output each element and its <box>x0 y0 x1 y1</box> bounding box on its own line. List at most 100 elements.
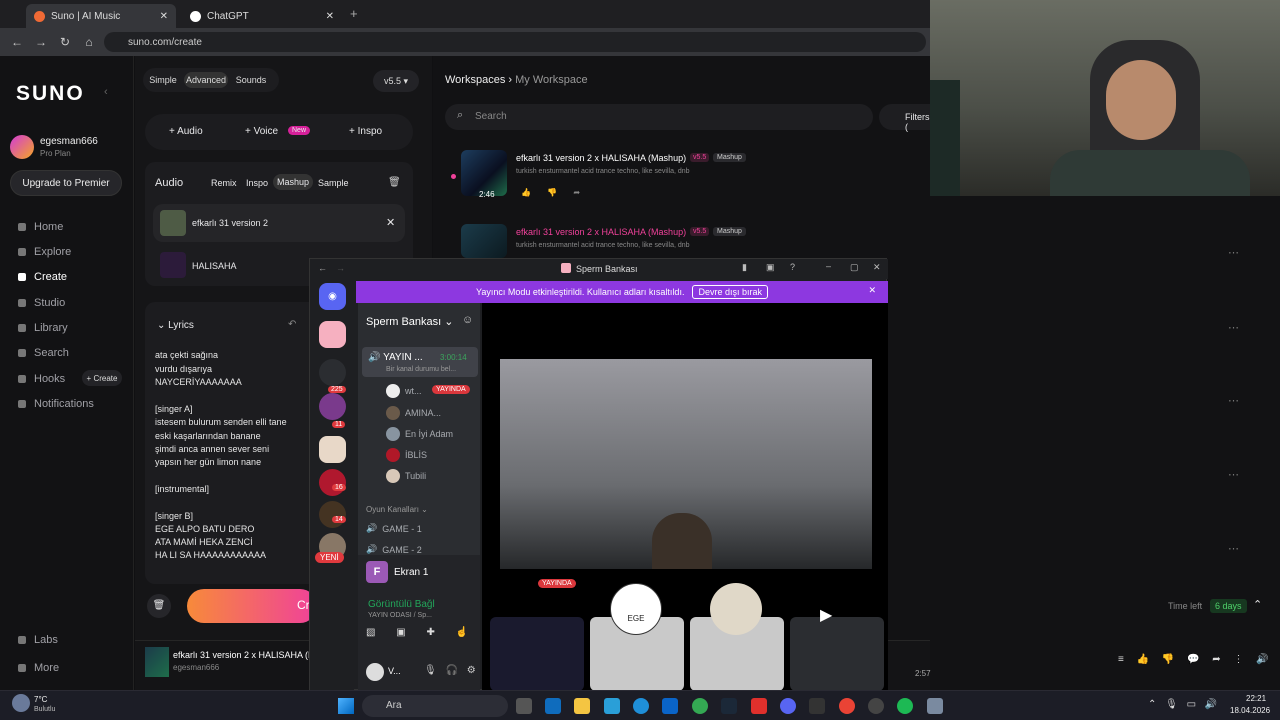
start-icon[interactable] <box>338 698 354 714</box>
server-icon[interactable] <box>319 359 346 386</box>
server-icon[interactable] <box>319 501 346 528</box>
audio-tab-inspo[interactable]: Inspo <box>246 178 268 188</box>
avatar[interactable] <box>10 135 34 159</box>
undo-icon[interactable]: ↶ <box>288 319 296 330</box>
more-icon[interactable]: ⋯ <box>1228 321 1239 334</box>
song-actions[interactable]: 👍 👎 ➦ <box>521 188 580 197</box>
close-icon[interactable]: ✕ <box>386 216 395 229</box>
audio-tab-mashup[interactable]: Mashup <box>273 174 314 190</box>
clock-date[interactable]: 18.04.2026 <box>1230 706 1270 715</box>
lyrics-line[interactable]: şimdi anca annen sever seni <box>155 444 269 454</box>
voice-member[interactable]: AMINA... <box>386 406 441 420</box>
nav-library[interactable]: Library <box>18 322 68 334</box>
server-icon[interactable] <box>319 321 346 348</box>
obs-icon[interactable] <box>868 698 884 714</box>
lyrics-toggle[interactable]: ⌄ Lyrics <box>157 320 194 331</box>
search-input[interactable]: Search <box>445 104 873 130</box>
stream-tile[interactable] <box>490 617 584 691</box>
bookmark-icon[interactable]: ▮ <box>742 262 747 273</box>
nav-labs[interactable]: Labs <box>18 634 58 646</box>
nav-notifications[interactable]: Notifications <box>18 398 94 410</box>
participant-tile[interactable] <box>790 617 884 691</box>
player-artist[interactable]: egesman666 <box>173 663 219 672</box>
mode-simple[interactable]: Simple <box>147 72 179 88</box>
voice-channel[interactable]: 🔊 GAME - 2 <box>366 544 422 555</box>
server-icon[interactable] <box>319 436 346 463</box>
help-icon[interactable]: ? <box>790 262 795 272</box>
breadcrumb-current[interactable]: My Workspace <box>515 74 588 86</box>
outlook-icon[interactable] <box>662 698 678 714</box>
create-button[interactable]: Cr <box>187 589 317 623</box>
breadcrumb-root[interactable]: Workspaces <box>445 74 505 86</box>
close-icon[interactable]: ✕ <box>868 285 876 296</box>
store-icon[interactable] <box>545 698 561 714</box>
settings-icon[interactable] <box>927 698 943 714</box>
add-voice-button[interactable]: + Voice <box>245 126 278 137</box>
trash-icon[interactable]: 🗑 <box>388 177 401 188</box>
version-select[interactable]: v5.5 ▾ <box>373 70 419 92</box>
more-icon[interactable]: ⋯ <box>1228 246 1239 259</box>
url-field[interactable]: suno.com/create <box>104 32 926 52</box>
tab-suno[interactable]: Suno | AI Music ✕ <box>26 4 176 28</box>
discord-icon[interactable] <box>780 698 796 714</box>
player-thumbnail[interactable] <box>145 647 169 677</box>
chrome-icon[interactable] <box>839 698 855 714</box>
reload-icon[interactable]: ↻ <box>58 35 72 49</box>
server-name[interactable]: Sperm Bankası ⌄ <box>366 315 453 328</box>
nav-hooks[interactable]: Hooks <box>18 373 65 385</box>
nav-create[interactable]: Create <box>18 271 67 283</box>
steam-icon[interactable] <box>721 698 737 714</box>
filters-button[interactable]: Filters ( <box>879 104 930 132</box>
voice-channel[interactable]: 🔊 GAME - 1 <box>366 523 422 534</box>
channel-status[interactable]: Bir kanal durumu bel... <box>386 366 456 373</box>
edge-icon[interactable] <box>633 698 649 714</box>
more-icon[interactable]: ⋯ <box>1228 542 1239 555</box>
suno-logo[interactable]: SUNO <box>16 82 85 106</box>
more-icon[interactable]: ⋯ <box>1228 468 1239 481</box>
connected-channel[interactable]: YAYIN ODASI / Sp... <box>368 612 432 619</box>
mode-sounds[interactable]: Sounds <box>232 72 270 88</box>
server-icon[interactable] <box>319 393 346 420</box>
add-audio-button[interactable]: + Audio <box>169 126 203 137</box>
audio-tab-remix[interactable]: Remix <box>211 178 237 188</box>
back-icon[interactable]: ← <box>10 35 24 49</box>
nav-search[interactable]: Search <box>18 347 69 359</box>
clock-time[interactable]: 22:21 <box>1246 694 1266 703</box>
task-view-icon[interactable] <box>516 698 532 714</box>
mode-advanced[interactable]: Advanced <box>184 72 228 88</box>
clear-icon[interactable]: 🗑 <box>147 594 171 618</box>
voice-member[interactable]: Tubili <box>386 469 426 483</box>
lyrics-line[interactable]: EGE ALPO BATU DERO <box>155 524 254 534</box>
chevron-up-icon[interactable]: ⌃ <box>1253 598 1262 611</box>
add-inspo-button[interactable]: + Inspo <box>349 126 382 137</box>
song-title[interactable]: efkarlı 31 version 2 x HALISAHA (Mashup) <box>516 227 686 237</box>
voice-member[interactable]: İBLİS <box>386 448 427 462</box>
user-controls[interactable]: 🎙 🎧 ⚙ <box>424 665 476 676</box>
player-title[interactable]: efkarlı 31 version 2 x HALISAHA (M <box>173 650 316 660</box>
lyrics-line[interactable]: vurdu dışarıya <box>155 364 212 374</box>
lyrics-line[interactable]: HA LI SA HAAAAAAAAAAA <box>155 550 266 560</box>
connected-status[interactable]: Görüntülü Bağl <box>368 599 435 610</box>
weather-temp[interactable]: 7°C <box>34 695 47 704</box>
close-icon[interactable]: ✕ <box>160 11 168 22</box>
lyrics-line[interactable]: [singer B] <box>155 511 193 521</box>
avatar[interactable] <box>366 663 384 681</box>
nav-home[interactable]: Home <box>18 221 63 233</box>
hooks-create-button[interactable]: + Create <box>82 370 122 386</box>
taskbar-search[interactable]: Ara <box>362 695 508 717</box>
category-header[interactable]: Oyun Kanalları ⌄ <box>366 505 428 514</box>
nav-explore[interactable]: Explore <box>18 246 71 258</box>
lyrics-line[interactable]: ATA MAMİ HEKA ZENCİ <box>155 537 253 547</box>
lyrics-line[interactable]: NAYCERİYAAAAAAA <box>155 377 242 387</box>
voice-member[interactable]: En İyi Adam <box>386 427 453 441</box>
close-icon[interactable]: ✕ <box>326 11 334 22</box>
chrome-icon[interactable] <box>692 698 708 714</box>
minimize-icon[interactable]: – <box>826 261 831 271</box>
lyrics-line[interactable]: [singer A] <box>155 404 193 414</box>
collapse-icon[interactable]: ‹ <box>104 86 108 98</box>
app-icon[interactable] <box>751 698 767 714</box>
call-controls[interactable]: ▧ ▣ ✚ ☝ <box>366 627 472 647</box>
new-tab-icon[interactable]: + <box>350 6 358 21</box>
song-title[interactable]: efkarlı 31 version 2 x HALISAHA (Mashup) <box>516 153 686 163</box>
folder-icon[interactable] <box>574 698 590 714</box>
